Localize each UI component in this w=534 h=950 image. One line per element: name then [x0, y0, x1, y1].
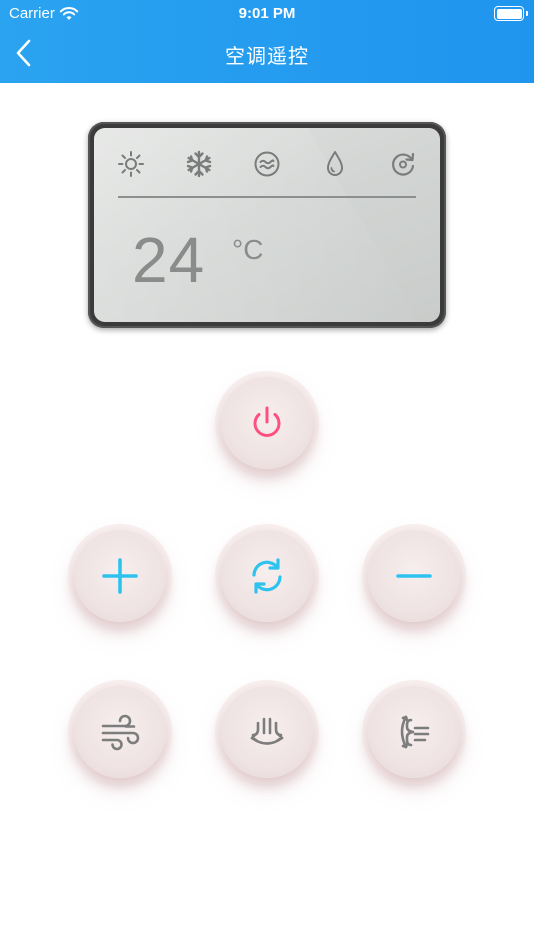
- vertical-swing-button[interactable]: [221, 686, 313, 778]
- temp-down-button[interactable]: [368, 530, 460, 622]
- horizontal-swing-button[interactable]: [368, 686, 460, 778]
- header-bar: Carrier 9:01 PM 空调遥控: [0, 0, 534, 83]
- snowflake-icon: [186, 150, 212, 178]
- temperature-value: 24: [132, 224, 206, 296]
- status-time: 9:01 PM: [238, 5, 296, 22]
- temperature-unit: °C: [232, 234, 264, 265]
- power-button[interactable]: [221, 377, 313, 469]
- lcd-screen: 24 °C: [94, 128, 440, 322]
- horizontal-swing-icon: [400, 715, 430, 749]
- temp-up-button[interactable]: [74, 530, 166, 622]
- display-divider: [118, 196, 416, 198]
- battery-tip: [526, 11, 528, 16]
- sun-icon: [118, 151, 144, 177]
- wind-speed-icon: [101, 714, 140, 751]
- auto-cycle-icon: [392, 152, 415, 176]
- mode-indicators: [116, 148, 418, 180]
- minus-icon: [396, 574, 432, 578]
- vertical-swing-icon: [250, 717, 284, 745]
- battery-icon: [494, 6, 524, 21]
- status-bar: Carrier 9:01 PM: [0, 0, 534, 28]
- plus-icon: [102, 558, 138, 594]
- power-icon: [253, 406, 281, 437]
- dehumidify-icon: [254, 151, 280, 177]
- drop-icon: [327, 151, 343, 176]
- lcd-display: 24 °C: [88, 122, 446, 328]
- page-title: 空调遥控: [225, 46, 309, 68]
- mode-button[interactable]: [221, 530, 313, 622]
- mode-cycle-icon: [252, 558, 282, 594]
- fan-speed-button[interactable]: [74, 686, 166, 778]
